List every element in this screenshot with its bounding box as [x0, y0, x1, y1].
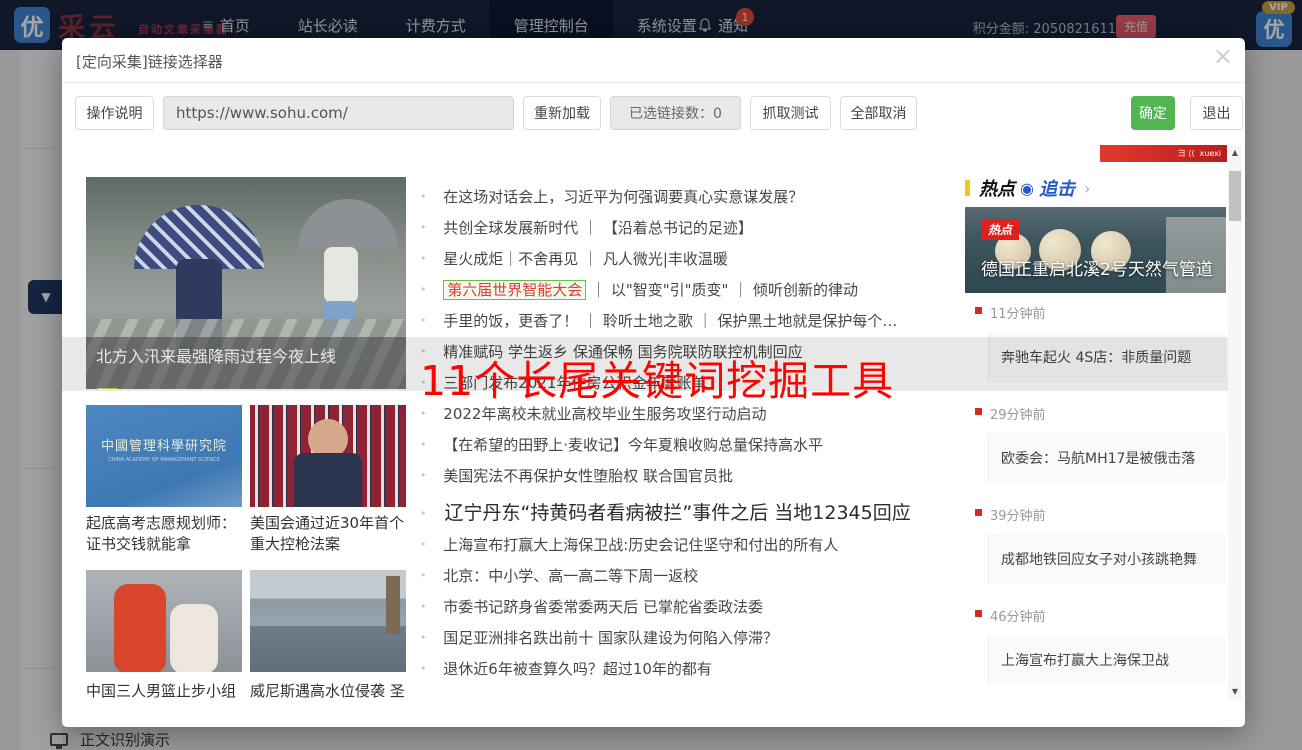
- thumb-caption[interactable]: 美国会通过近30年首个重大控枪法案: [250, 513, 406, 555]
- headline-text: 退休近6年被查算久吗？超过10年的都有: [443, 660, 712, 678]
- headline-text: 辽宁丹东“持黄码者看病被拦”事件之后 当地12345回应: [445, 502, 911, 524]
- scroll-up-icon[interactable]: ▲: [1228, 145, 1242, 161]
- thumb-caption[interactable]: 中国三人男篮止步小组赛: [86, 681, 242, 700]
- headline-link[interactable]: 2022年离校未就业高校毕业生服务攻坚行动启动: [420, 404, 972, 424]
- hot-item-time: 46分钟前: [990, 606, 1226, 625]
- reload-button[interactable]: 重新加载: [523, 96, 601, 130]
- headline-text: 北京：中小学、高一高二等下周一返校: [443, 567, 698, 585]
- headline-text: 市委书记跻身省委常委两天后 已掌舵省委政法委: [443, 598, 763, 616]
- hot-item-title[interactable]: 欧委会：马航MH17是被俄击落: [988, 433, 1226, 483]
- help-button[interactable]: 操作说明: [75, 96, 154, 130]
- headline-link[interactable]: 手里的饭，更香了！ ｜ 聆听土地之歌 ｜ 保护黑土地就是保护每个…: [420, 311, 972, 331]
- headline-link[interactable]: 辽宁丹东“持黄码者看病被拦”事件之后 当地12345回应: [420, 501, 972, 526]
- grab-test-button[interactable]: 抓取测试: [750, 96, 831, 130]
- headline-link[interactable]: 北京：中小学、高一高二等下周一返校: [420, 566, 972, 586]
- hot-photo[interactable]: 热点 德国正重启北溪2号天然气管道: [965, 207, 1226, 293]
- headline-text: 手里的饭，更香了！ ｜ 聆听土地之歌 ｜ 保护黑土地就是保护每个…: [443, 312, 897, 330]
- hot-photo-title[interactable]: 德国正重启北溪2号天然气管道: [981, 255, 1213, 280]
- headline-link[interactable]: 国足亚洲排名跌出前十 国家队建设为何陷入停滞？: [420, 628, 972, 648]
- page-preview: 北方入汛来最强降雨过程今夜上线 中國管理科學研究院 CHINA ACADEMY …: [75, 145, 1228, 700]
- target-icon: ◉: [1020, 179, 1034, 198]
- hot-item-time: 11分钟前: [990, 303, 1226, 322]
- headline-text: 【在希望的田野上·麦收记】今年夏粮收购总量保持高水平: [443, 436, 823, 454]
- xuexi-banner[interactable]: 彐 ⟨⟨ xuexi: [1100, 145, 1227, 162]
- yellow-bar: [965, 180, 970, 196]
- headline-link[interactable]: 市委书记跻身省委常委两天后 已掌舵省委政法委: [420, 597, 972, 617]
- thumb-caption[interactable]: 起底高考志愿规划师：证书交钱就能拿: [86, 513, 242, 555]
- link-selector-dialog: [定向采集]链接选择器 × 操作说明 重新加载 已选链接数：0 抓取测试 全部取…: [62, 38, 1245, 727]
- umbrella-shape: [298, 199, 398, 249]
- headline-link[interactable]: 星火成炬｜不舍再见 ｜ 凡人微光|丰收温暖: [420, 249, 972, 269]
- headline-link[interactable]: 美国宪法不再保护女性堕胎权 联合国官员批: [420, 466, 972, 486]
- scroll-down-icon[interactable]: ▼: [1228, 684, 1242, 700]
- confirm-button[interactable]: 确定: [1131, 96, 1175, 130]
- hot-news-item: 29分钟前 欧委会：马航MH17是被俄击落: [965, 404, 1226, 483]
- red-square-bullet: [975, 408, 982, 415]
- hot-item-title[interactable]: 成都地铁回应女子对小孩跳艳舞: [988, 534, 1226, 584]
- red-square-bullet: [975, 610, 982, 617]
- watermark-text: 11个长尾关键词挖掘工具: [420, 347, 894, 407]
- selected-links-count: 已选链接数：0: [610, 96, 741, 130]
- hot-news-item: 46分钟前 上海宣布打赢大上海保卫战: [965, 606, 1226, 685]
- hot-item-time: 39分钟前: [990, 505, 1226, 524]
- banner-text: xuexi: [1199, 149, 1221, 158]
- headline-link[interactable]: 共创全球发展新时代 ｜ 【沿着总书记的足迹】: [420, 218, 972, 238]
- hot-badge: 热点: [981, 219, 1019, 240]
- headline-link[interactable]: 【在希望的田野上·麦收记】今年夏粮收购总量保持高水平: [420, 435, 972, 455]
- exit-button[interactable]: 退出: [1190, 96, 1243, 130]
- sign-text: 中國管理科學研究院: [96, 435, 232, 454]
- headline-list: 在这场对话会上，习近平为何强调要真心实意谋发展？ 共创全球发展新时代 ｜ 【沿着…: [420, 175, 972, 690]
- headline-text: 国足亚洲排名跌出前十 国家队建设为何陷入停滞？: [443, 629, 778, 647]
- headline-highlight[interactable]: 第六届世界智能大会: [443, 280, 586, 300]
- hot-item-title[interactable]: 上海宣布打赢大上海保卫战: [988, 635, 1226, 685]
- headline-text: 美国宪法不再保护女性堕胎权 联合国官员批: [443, 467, 733, 485]
- red-square-bullet: [975, 509, 982, 516]
- scrollbar[interactable]: ▲ ▼: [1228, 145, 1242, 700]
- close-icon[interactable]: ×: [1213, 44, 1233, 68]
- thumb-caption[interactable]: 威尼斯遇高水位侵袭 圣: [250, 681, 406, 700]
- headline-link[interactable]: 上海宣布打赢大上海保卫战:历史会记住坚守和付出的所有人: [420, 535, 972, 555]
- thumb-image[interactable]: [250, 405, 406, 507]
- headline-text: 共创全球发展新时代 ｜ 【沿着总书记的足迹】: [443, 219, 753, 237]
- thumb-image[interactable]: [250, 570, 406, 672]
- banner-glyph: 彐 ⟨⟨: [1178, 148, 1195, 159]
- headline-text: 星火成炬｜不舍再见 ｜ 凡人微光|丰收温暖: [443, 250, 728, 268]
- headline-link[interactable]: 退休近6年被查算久吗？超过10年的都有: [420, 659, 972, 679]
- dialog-header: [定向采集]链接选择器 ×: [62, 38, 1245, 83]
- pedestrian-shape: [324, 247, 358, 303]
- headline-text: 上海宣布打赢大上海保卫战:历史会记住坚守和付出的所有人: [443, 536, 838, 554]
- scrollbar-thumb[interactable]: [1229, 171, 1241, 221]
- hot-news-item: 39分钟前 成都地铁回应女子对小孩跳艳舞: [965, 505, 1226, 584]
- sign-text-en: CHINA ACADEMY OF MANAGEMENT SCIENCE: [96, 457, 232, 463]
- headline-link[interactable]: 在这场对话会上，习近平为何强调要真心实意谋发展？: [420, 187, 972, 207]
- hot-title-blue: 追击: [1039, 175, 1075, 201]
- url-input[interactable]: [163, 96, 514, 130]
- headline-link[interactable]: 第六届世界智能大会 ｜ 以"智变"引"质变" ｜ 倾听创新的律动: [420, 280, 972, 300]
- hot-item-time: 29分钟前: [990, 404, 1226, 423]
- hot-pursuit-header[interactable]: 热点 ◉ 追击 ›: [965, 175, 1090, 201]
- headline-text: 2022年离校未就业高校毕业生服务攻坚行动启动: [443, 405, 766, 423]
- dialog-title: [定向采集]链接选择器: [76, 51, 223, 72]
- chevron-right-icon: ›: [1084, 179, 1090, 198]
- red-square-bullet: [975, 307, 982, 314]
- hot-title-black: 热点: [979, 175, 1015, 201]
- thumb-image[interactable]: [86, 570, 242, 672]
- cancel-all-button[interactable]: 全部取消: [840, 96, 917, 130]
- headline-text: 在这场对话会上，习近平为何强调要真心实意谋发展？: [443, 188, 803, 206]
- headline-text: ｜ 以"智变"引"质变" ｜ 倾听创新的律动: [591, 281, 858, 299]
- thumb-image[interactable]: 中國管理科學研究院 CHINA ACADEMY OF MANAGEMENT SC…: [86, 405, 242, 507]
